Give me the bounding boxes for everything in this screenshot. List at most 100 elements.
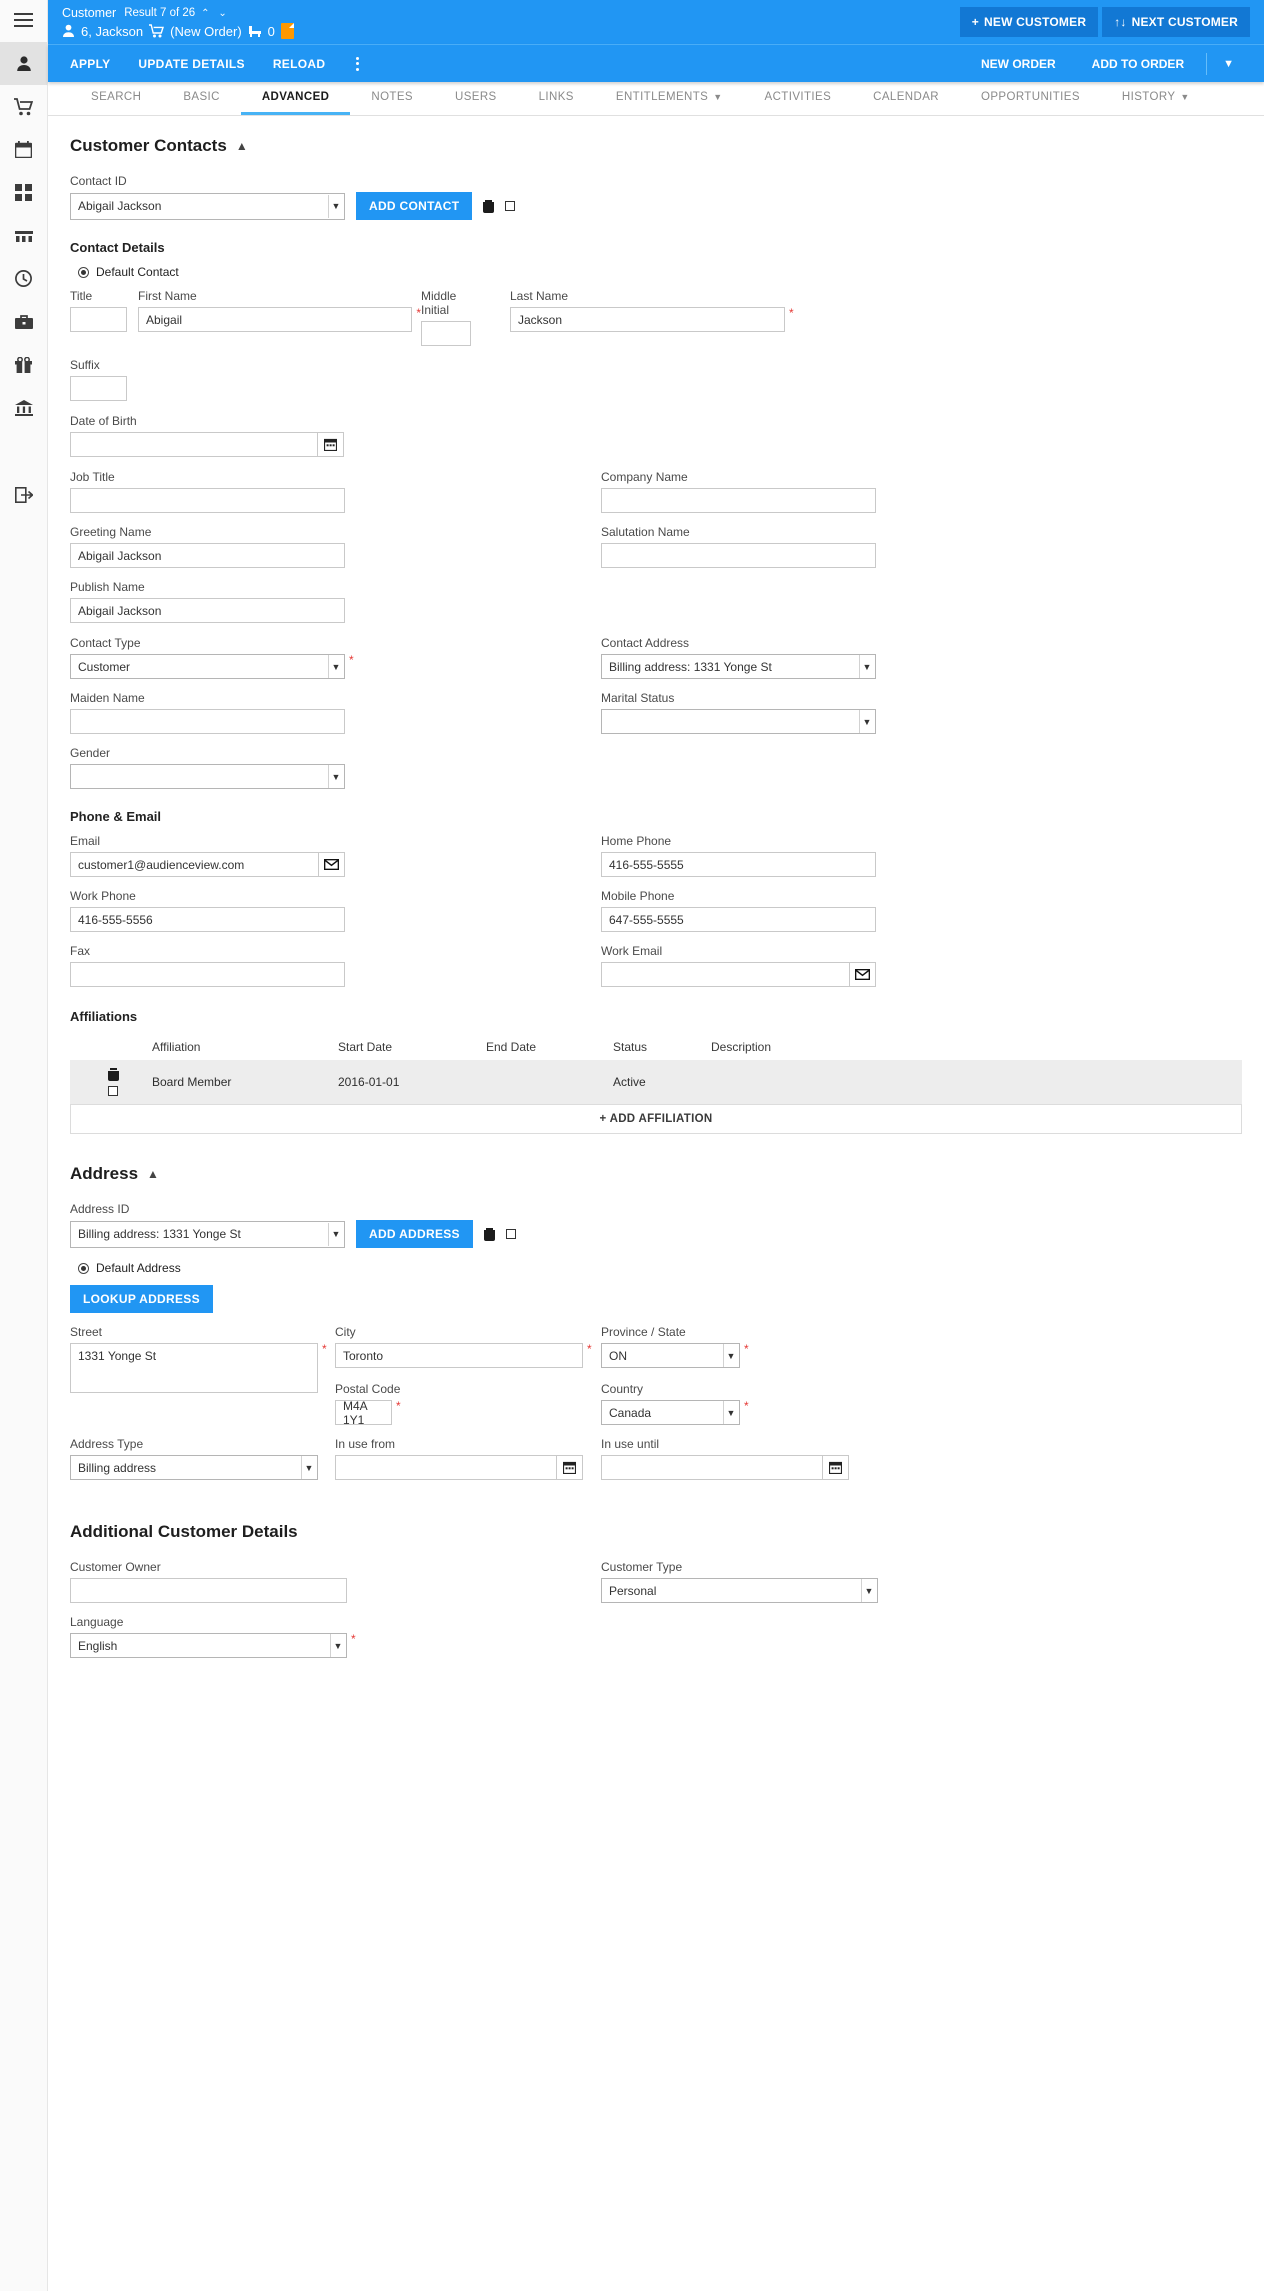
add-to-order-button[interactable]: ADD TO ORDER [1074, 57, 1202, 71]
address-heading[interactable]: Address ▲ [70, 1164, 1242, 1184]
sidebar-item-venue[interactable] [0, 214, 47, 257]
tab-notes[interactable]: NOTES [350, 82, 434, 115]
default-contact-radio-row[interactable]: Default Contact [78, 265, 1242, 279]
new-customer-button[interactable]: + NEW CUSTOMER [959, 7, 1099, 37]
tab-label: BASIC [183, 91, 220, 103]
chevron-up-icon[interactable]: ▲ [147, 1168, 159, 1180]
update-details-button[interactable]: UPDATE DETAILS [124, 57, 258, 71]
last-name-input[interactable]: Jackson [510, 307, 785, 332]
lookup-address-button[interactable]: LOOKUP ADDRESS [70, 1285, 213, 1313]
new-order-button[interactable]: NEW ORDER [963, 57, 1074, 71]
customer-contacts-heading[interactable]: Customer Contacts ▲ [70, 136, 1242, 156]
suffix-input[interactable] [70, 376, 127, 401]
mobile-phone-input[interactable]: 647-555-5555 [601, 907, 876, 932]
address-type-select[interactable]: Billing address ▼ [70, 1455, 318, 1480]
contact-select-checkbox[interactable] [505, 201, 516, 211]
document-icon[interactable] [280, 23, 294, 39]
marital-status-select[interactable]: ▼ [601, 709, 876, 734]
work-phone-label: Work Phone [70, 889, 136, 903]
default-address-radio-row[interactable]: Default Address [78, 1261, 1242, 1275]
contact-id-select[interactable]: Abigail Jackson ▼ [70, 192, 345, 220]
maiden-name-input[interactable] [70, 709, 345, 734]
calendar-picker-icon[interactable] [823, 1455, 849, 1480]
postal-code-input[interactable]: M4A 1Y1 [335, 1399, 392, 1427]
country-value: Canada [609, 1405, 652, 1420]
calendar-picker-icon[interactable] [557, 1455, 583, 1480]
chevron-down-icon[interactable]: ▼ [1207, 58, 1250, 70]
in-use-until-input[interactable] [601, 1455, 823, 1480]
salutation-name-input[interactable] [601, 543, 876, 568]
tab-entitlements[interactable]: ENTITLEMENTS ▼ [595, 82, 744, 115]
customer-name[interactable]: 6, Jackson [81, 24, 143, 39]
language-select[interactable]: English ▼ [70, 1633, 347, 1658]
sidebar-item-calendar[interactable] [0, 128, 47, 171]
company-name-input[interactable] [601, 488, 876, 513]
tab-advanced[interactable]: ADVANCED [240, 82, 351, 115]
delete-address-icon[interactable] [483, 1227, 495, 1241]
affiliation-select-checkbox[interactable] [108, 1086, 118, 1096]
postal-code-group: Postal Code M4A 1Y1 * [335, 1382, 601, 1427]
address-select-checkbox[interactable] [505, 1229, 516, 1239]
order-status[interactable]: (New Order) [170, 24, 242, 39]
work-phone-input[interactable]: 416-555-5556 [70, 907, 345, 932]
calendar-picker-icon[interactable] [318, 432, 344, 457]
default-address-radio[interactable] [78, 1262, 89, 1274]
add-affiliation-button[interactable]: + ADD AFFILIATION [70, 1104, 1242, 1134]
email-input[interactable]: customer1@audienceview.com [70, 852, 319, 877]
envelope-icon[interactable] [319, 852, 345, 877]
sidebar-item-gifts[interactable] [0, 343, 47, 386]
address-id-select[interactable]: Billing address: 1331 Yonge St ▼ [70, 1220, 345, 1248]
tab-basic[interactable]: BASIC [162, 82, 241, 115]
envelope-icon[interactable] [850, 962, 876, 987]
in-use-from-input[interactable] [335, 1455, 557, 1480]
table-row[interactable]: Board Member 2016-01-01 Active [70, 1060, 1242, 1104]
customer-owner-input[interactable] [70, 1578, 347, 1603]
sidebar-item-orders[interactable] [0, 85, 47, 128]
contact-type-select[interactable]: Customer ▼ [70, 654, 345, 679]
publish-name-input[interactable]: Abigail Jackson [70, 598, 345, 623]
chevron-up-icon[interactable]: ▲ [236, 140, 248, 152]
street-input[interactable]: 1331 Yonge St [70, 1343, 318, 1393]
delete-affiliation-icon[interactable] [107, 1068, 119, 1081]
first-name-input[interactable]: Abigail [138, 307, 413, 332]
province-select[interactable]: ON ▼ [601, 1343, 740, 1368]
kebab-menu-icon[interactable] [347, 56, 367, 71]
reload-button[interactable]: RELOAD [259, 57, 339, 71]
sidebar-item-dashboard[interactable] [0, 171, 47, 214]
sidebar-item-reports[interactable] [0, 386, 47, 429]
dob-input[interactable] [70, 432, 318, 457]
middle-initial-input[interactable] [421, 321, 471, 346]
sidebar-item-box-office[interactable] [0, 300, 47, 343]
default-contact-radio[interactable] [78, 266, 89, 278]
tab-links[interactable]: LINKS [518, 82, 595, 115]
menu-button[interactable] [0, 0, 47, 42]
country-select[interactable]: Canada ▼ [601, 1400, 740, 1425]
tab-users[interactable]: USERS [434, 82, 518, 115]
city-input[interactable]: Toronto [335, 1343, 583, 1368]
result-nav-icons[interactable]: ⌃ ⌄ [201, 8, 230, 19]
delete-contact-icon[interactable] [483, 199, 495, 213]
default-contact-label: Default Contact [96, 265, 179, 279]
tab-opportunities[interactable]: OPPORTUNITIES [960, 82, 1101, 115]
add-address-button[interactable]: ADD ADDRESS [356, 1220, 473, 1248]
greeting-name-input[interactable]: Abigail Jackson [70, 543, 345, 568]
customer-type-select[interactable]: Personal ▼ [601, 1578, 878, 1603]
job-title-input[interactable] [70, 488, 345, 513]
add-contact-button[interactable]: ADD CONTACT [356, 192, 473, 220]
next-customer-button[interactable]: ↑↓ NEXT CUSTOMER [1102, 7, 1250, 37]
tab-search[interactable]: SEARCH [70, 82, 162, 115]
required-indicator: * [396, 1399, 401, 1413]
fax-input[interactable] [70, 962, 345, 987]
tab-calendar[interactable]: CALENDAR [852, 82, 960, 115]
sidebar-item-customer[interactable] [0, 42, 47, 85]
sidebar-item-history[interactable] [0, 257, 47, 300]
gender-select[interactable]: ▼ [70, 764, 345, 789]
work-email-input[interactable] [601, 962, 850, 987]
apply-button[interactable]: APPLY [62, 57, 124, 71]
tab-activities[interactable]: ACTIVITIES [744, 82, 853, 115]
sidebar-item-logout[interactable] [0, 473, 47, 516]
contact-address-select[interactable]: Billing address: 1331 Yonge St ▼ [601, 654, 876, 679]
tab-history[interactable]: HISTORY ▼ [1101, 82, 1211, 115]
home-phone-input[interactable]: 416-555-5555 [601, 852, 876, 877]
title-input[interactable] [70, 307, 127, 332]
